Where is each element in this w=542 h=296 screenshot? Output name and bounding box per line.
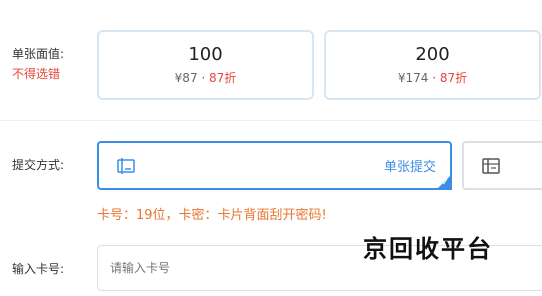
check-icon: ✓ <box>441 178 449 188</box>
submit-method-batch[interactable] <box>462 141 542 190</box>
card-icon <box>117 158 135 174</box>
denomination-option-100[interactable]: 100 ¥87 · 87折 <box>97 30 314 100</box>
discount-text: 87折 <box>209 71 237 85</box>
watermark-text: 京回收平台 <box>363 234 493 263</box>
discount-text: 87折 <box>439 71 468 85</box>
section-divider <box>0 120 542 121</box>
denomination-price: ¥174 · 87折 <box>397 71 468 85</box>
submit-method-label: 提交方式: <box>12 158 65 172</box>
denomination-option-200[interactable]: 200 ¥174 · 87折 <box>324 30 541 100</box>
batch-card-icon <box>482 158 500 174</box>
card-number-label: 输入卡号: <box>12 262 65 276</box>
denomination-amount: 100 <box>188 44 223 65</box>
denomination-label: 单张面值: 不得选错 <box>12 44 64 84</box>
denomination-price: ¥87 · 87折 <box>174 71 237 85</box>
denomination-warning: 不得选错 <box>12 67 61 81</box>
denomination-amount: 200 <box>415 44 450 65</box>
submit-method-single[interactable]: 单张提交 ✓ <box>97 141 452 190</box>
card-format-hint: 卡号：19位，卡密：卡片背面刮开密码! <box>97 208 327 223</box>
submit-method-single-label: 单张提交 <box>383 160 436 175</box>
